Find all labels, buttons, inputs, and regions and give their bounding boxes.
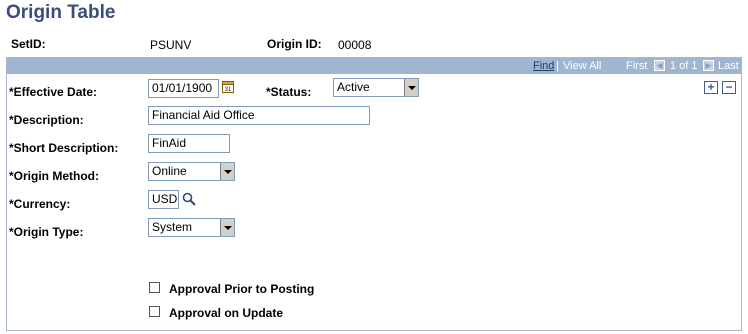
right-arrow-icon[interactable]: ▶ [703, 60, 714, 71]
description-field[interactable]: Financial Aid Office [148, 106, 370, 125]
short-description-field[interactable]: FinAid [148, 134, 230, 153]
origin-method-select[interactable]: Online [148, 162, 235, 181]
approval-update-checkbox[interactable] [149, 306, 160, 317]
origin-id-value: 00008 [338, 38, 372, 52]
chevron-down-icon[interactable] [404, 79, 418, 96]
origin-method-label: *Origin Method: [9, 169, 99, 183]
find-link[interactable]: Find [533, 60, 554, 72]
chevron-down-icon[interactable] [220, 219, 234, 236]
status-select[interactable]: Active [333, 78, 419, 97]
setid-value: PSUNV [150, 38, 192, 52]
currency-label: *Currency: [9, 197, 71, 211]
first-label[interactable]: First [626, 60, 647, 72]
origin-method-value: Online [152, 164, 187, 178]
setid-label: SetID: [11, 37, 46, 51]
currency-field[interactable]: USD [148, 190, 179, 209]
status-value: Active [337, 80, 370, 94]
effective-date-field[interactable]: 01/01/1900 [148, 79, 219, 98]
status-label: *Status: [266, 85, 312, 99]
calendar-icon[interactable]: 31 [222, 80, 234, 93]
svg-text:31: 31 [225, 87, 232, 93]
page-title: Origin Table [6, 2, 116, 23]
left-arrow-icon[interactable]: ◀ [654, 60, 665, 71]
approval-prior-checkbox[interactable] [149, 282, 160, 293]
magnifier-icon[interactable] [182, 192, 196, 206]
origin-id-label: Origin ID: [267, 37, 322, 51]
minus-icon[interactable]: − [722, 81, 736, 94]
nav-separator: | [556, 60, 559, 72]
effective-date-label: *Effective Date: [9, 85, 98, 99]
chevron-down-icon[interactable] [220, 163, 234, 180]
form-panel [6, 57, 742, 331]
description-label: *Description: [9, 113, 84, 127]
row-range: 1 of 1 [670, 60, 698, 72]
last-label[interactable]: Last [718, 60, 739, 72]
view-all-link[interactable]: View All [563, 60, 601, 72]
origin-type-label: *Origin Type: [9, 225, 84, 239]
approval-prior-label: Approval Prior to Posting [169, 282, 315, 296]
plus-icon[interactable]: + [704, 81, 718, 94]
origin-type-value: System [152, 220, 193, 234]
approval-update-label: Approval on Update [169, 306, 284, 320]
origin-type-select[interactable]: System [148, 218, 235, 237]
short-description-label: *Short Description: [9, 141, 119, 155]
